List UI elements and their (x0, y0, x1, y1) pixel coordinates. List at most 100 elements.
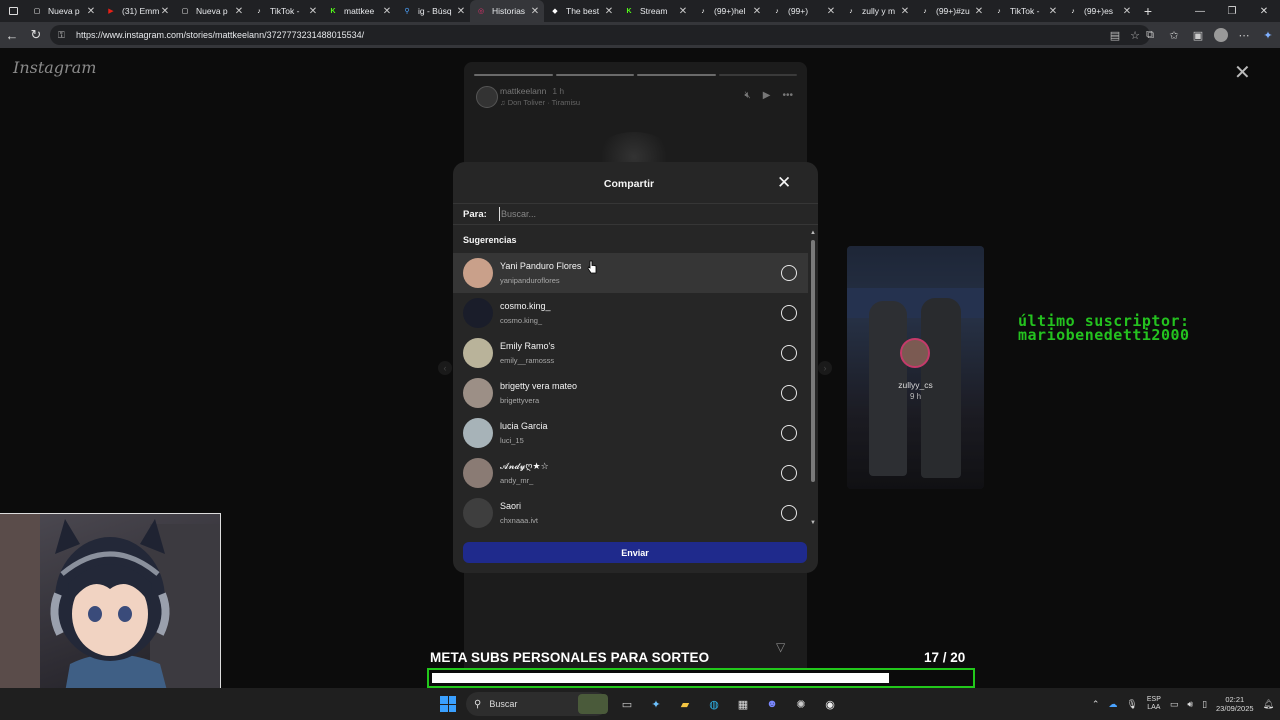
select-radio[interactable] (781, 345, 797, 361)
close-window-button[interactable]: ✕ (1248, 0, 1280, 22)
suggestion-row[interactable]: brigetty vera mateo brigettyvera (453, 373, 808, 413)
close-tab-icon[interactable]: ✕ (456, 6, 466, 17)
send-button[interactable]: Enviar (463, 542, 807, 563)
select-radio[interactable] (781, 305, 797, 321)
volume-icon[interactable]: 🔊︎ (1187, 699, 1193, 710)
browser-tab[interactable]: ◆ The best ✕ (544, 0, 618, 22)
close-tab-icon[interactable]: ✕ (678, 6, 688, 17)
browser-tab[interactable]: ▢ Nueva p ✕ (174, 0, 248, 22)
story-song[interactable]: ♫ Don Toliver · Tiramisu (500, 98, 580, 107)
close-tab-icon[interactable]: ✕ (974, 6, 984, 17)
story-options-icon[interactable]: ••• (782, 90, 793, 101)
suggestion-row[interactable]: lucia Garcia luci_15 (453, 413, 808, 453)
window-menu-icon[interactable] (0, 0, 26, 22)
story-username[interactable]: mattkeelann 1 h (500, 86, 564, 96)
close-tab-icon[interactable]: ✕ (752, 6, 762, 17)
browser-tab[interactable]: K Stream ✕ (618, 0, 692, 22)
reader-view-icon[interactable]: ▤ (1110, 29, 1120, 42)
task-view-icon[interactable]: ▭ (617, 694, 637, 714)
next-story-arrow[interactable]: › (818, 361, 832, 375)
scroll-up-icon[interactable]: ▲ (810, 230, 816, 236)
close-tab-icon[interactable]: ✕ (86, 6, 96, 17)
select-radio[interactable] (781, 425, 797, 441)
browser-tab[interactable]: ♪ (99+)es ✕ (1062, 0, 1136, 22)
close-tab-icon[interactable]: ✕ (234, 6, 244, 17)
site-info-icon[interactable]: ⚿ (58, 30, 70, 41)
play-icon[interactable]: ▶ (763, 90, 771, 101)
maximize-button[interactable]: ❐ (1216, 0, 1248, 22)
close-tab-icon[interactable]: ✕ (382, 6, 392, 17)
browser-tab[interactable]: ▶ (31) Emm ✕ (100, 0, 174, 22)
browser-tab[interactable]: ⚲ ig - Búsq ✕ (396, 0, 470, 22)
close-tab-icon[interactable]: ✕ (1048, 6, 1058, 17)
onedrive-icon[interactable]: ☁ (1108, 699, 1117, 710)
close-tab-icon[interactable]: ✕ (1122, 6, 1132, 17)
suggestion-row[interactable]: Saori chxnaaa.ivt (453, 493, 808, 533)
scroll-down-icon[interactable]: ▼ (810, 520, 816, 526)
browser-tab[interactable]: ♪ (99+)hel ✕ (692, 0, 766, 22)
browser-tab[interactable]: ♪ TikTok - ✕ (248, 0, 322, 22)
close-tab-icon[interactable]: ✕ (160, 6, 170, 17)
share-direct-icon[interactable]: ▽ (776, 640, 785, 654)
browser-tab[interactable]: ♪ (99+)#zu ✕ (914, 0, 988, 22)
tray-expand-icon[interactable]: ⌃ (1092, 699, 1100, 710)
suggestion-row[interactable]: 𝓐𝓷𝓭𝔂ღ★☆ andy_mr_ (453, 453, 808, 493)
browser-tab[interactable]: ◎ Historias ✕ (470, 0, 544, 22)
profile-avatar[interactable] (1214, 28, 1228, 42)
favorites-icon[interactable]: ✩ (1166, 27, 1182, 43)
browser-tab[interactable]: ▢ Nueva p ✕ (26, 0, 100, 22)
discord-icon[interactable]: ☻ (762, 694, 782, 714)
start-button[interactable] (440, 696, 456, 712)
collections-icon[interactable]: ▣ (1190, 27, 1206, 43)
suggestion-row[interactable]: Emily Ramo's emily__ramosss (453, 333, 808, 373)
extensions-icon[interactable]: ⧉ (1142, 27, 1158, 43)
story-avatar[interactable] (476, 86, 498, 108)
suggestions-scrollbar[interactable]: ▲ ▼ (810, 230, 816, 526)
microphone-icon[interactable]: 🎙︎ (1126, 699, 1137, 710)
edge-browser-icon[interactable]: ◍ (704, 694, 724, 714)
instagram-logo[interactable]: Instagram (13, 58, 96, 77)
copilot-icon[interactable]: ✦ (1260, 27, 1276, 43)
close-stories-icon[interactable]: ✕ (1234, 63, 1251, 83)
reload-button[interactable]: ↻ (24, 23, 48, 47)
select-radio[interactable] (781, 465, 797, 481)
browser-tab[interactable]: ♪ TikTok - ✕ (988, 0, 1062, 22)
suggestion-row[interactable]: cosmo.king_ cosmo.king_ (453, 293, 808, 333)
browser-tab[interactable]: Kmattkee ✕ (322, 0, 396, 22)
select-radio[interactable] (781, 265, 797, 281)
chatgpt-icon[interactable]: ✺ (791, 694, 811, 714)
browser-tab[interactable]: ♪ (99+) ✕ (766, 0, 840, 22)
scroll-thumb[interactable] (811, 240, 815, 482)
clock[interactable]: 02:21 23/09/2025 (1216, 695, 1254, 713)
close-tab-icon[interactable]: ✕ (900, 6, 910, 17)
close-tab-icon[interactable]: ✕ (826, 6, 836, 17)
select-radio[interactable] (781, 385, 797, 401)
media-player-icon[interactable]: ◉ (820, 694, 840, 714)
minimize-button[interactable]: — (1184, 0, 1216, 22)
notifications-icon[interactable]: 🔔︎ (1263, 699, 1274, 710)
close-dialog-icon[interactable]: ✕ (777, 174, 791, 192)
close-tab-icon[interactable]: ✕ (604, 6, 614, 17)
battery-icon[interactable]: ▯ (1202, 699, 1207, 710)
back-button[interactable]: ← (0, 23, 24, 47)
previous-story-arrow[interactable]: ‹ (438, 361, 452, 375)
recipient-search-input[interactable] (499, 207, 799, 221)
widget-icon[interactable] (578, 694, 608, 714)
new-tab-button[interactable]: + (1136, 3, 1160, 19)
suggestions-list: Yani Panduro Flores yanipanduroflores cosm… (453, 253, 808, 533)
file-explorer-icon[interactable]: ▰ (675, 694, 695, 714)
mute-icon[interactable]: 🔇︎ (744, 90, 750, 101)
store-icon[interactable]: ▦ (733, 694, 753, 714)
language-indicator[interactable]: ESP LAA (1147, 696, 1161, 712)
copilot-app-icon[interactable]: ✦ (646, 694, 666, 714)
favorite-star-icon[interactable]: ☆ (1130, 29, 1140, 42)
network-icon[interactable]: ▭ (1170, 699, 1179, 710)
close-tab-icon[interactable]: ✕ (530, 6, 540, 17)
more-menu-icon[interactable]: ⋯ (1236, 27, 1252, 43)
close-tab-icon[interactable]: ✕ (308, 6, 318, 17)
suggestion-row[interactable]: Yani Panduro Flores yanipanduroflores (453, 253, 808, 293)
next-story-preview[interactable]: zullyy_cs 9 h (847, 246, 984, 489)
select-radio[interactable] (781, 505, 797, 521)
address-bar[interactable]: ⚿ https://www.instagram.com/stories/matt… (50, 25, 1150, 45)
browser-tab[interactable]: ♪ zully y m ✕ (840, 0, 914, 22)
